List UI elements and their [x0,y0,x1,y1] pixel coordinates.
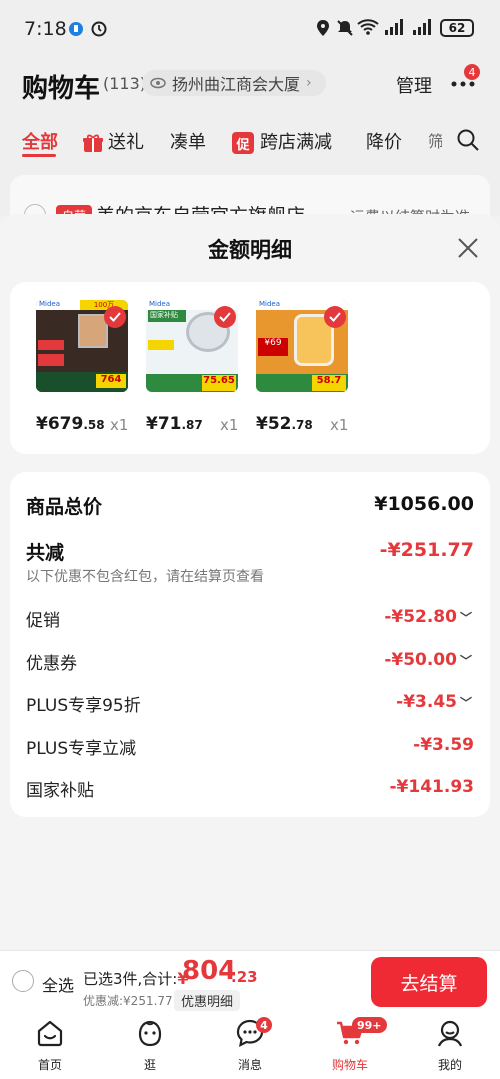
tab-gift[interactable]: 送礼 [82,128,144,154]
product-price: ¥52.78 [256,414,313,434]
status-time: 7:18 [24,18,67,40]
chevron-down-icon: ﹀ [459,611,472,625]
line-plus-reduce: -¥3.59 [413,735,474,755]
search-icon[interactable] [456,128,480,152]
wifi-icon [357,19,379,35]
discount-text: 优惠减:¥251.77 [83,994,173,1008]
chevron-right-icon: › [306,75,312,91]
product-qty: x1 [220,416,239,434]
product-qty: x1 [330,416,349,434]
product-image[interactable]: Midea 国家补贴 75.65 [146,300,238,392]
line-subsidy: -¥141.93 [389,777,475,797]
location-icon [317,20,329,36]
product-price: ¥71.87 [146,414,203,434]
promo-price: 764 [96,374,126,388]
line-plus95[interactable]: -¥3.45 ﹀ [396,692,472,712]
check-icon [214,306,236,328]
product-image[interactable]: Midea ¥69 58.7 [256,300,348,392]
checkout-button[interactable]: 去结算 [371,957,487,1007]
line-coupon[interactable]: -¥50.00 ﹀ [384,650,472,670]
nav-label: 购物车 [331,1058,368,1072]
browse-icon [138,1020,162,1047]
product-qty: x1 [110,416,129,434]
total-label: 商品总价 [26,496,103,518]
nav-profile[interactable]: 我的 [420,1018,480,1073]
tab-gift-label: 送礼 [108,132,144,153]
more-badge: 4 [464,64,480,80]
total-value: ¥1056.00 [374,493,474,515]
chevron-down-icon: ﹀ [459,696,472,710]
total-decimal: .23 [231,968,258,986]
tab-cross-store[interactable]: 促跨店满减 [232,128,332,154]
check-icon [324,306,346,328]
close-icon[interactable] [456,236,480,260]
messages-badge: 4 [256,1017,272,1033]
product-price: ¥679.58 [36,414,105,434]
eye-icon [150,77,166,89]
signal-icon [385,19,403,35]
alarm-icon [91,21,107,37]
nav-browse[interactable]: 逛 [120,1018,180,1073]
gift-icon [83,134,103,152]
chevron-down-icon: ﹀ [459,654,472,668]
nav-label: 逛 [143,1058,156,1072]
promo-price: 75.65 [202,375,236,391]
tab-underline [22,154,56,157]
reduce-value: -¥251.77 [379,539,474,561]
tab-all[interactable]: 全部 [22,128,58,154]
manage-button[interactable]: 管理 [396,72,432,98]
product-image[interactable]: Midea 100万 764 [36,300,128,392]
tab-cross-store-label: 跨店满减 [260,132,332,153]
line-label-plus95: PLUS专享95折 [26,696,141,716]
summary-card [10,472,490,817]
sheet-title: 金额明细 [208,238,292,262]
nav-label: 消息 [237,1058,262,1072]
cart-badge: 99+ [352,1017,387,1033]
mute-icon [337,20,353,36]
signal-icon-2 [413,19,431,35]
discount-detail-button[interactable]: 优惠明细 [174,990,241,1011]
tab-price-drop[interactable]: 降价 [366,128,402,154]
select-all-checkbox[interactable] [12,970,34,992]
total-amount: 804 [182,956,237,986]
line-label-coupon: 优惠券 [26,654,77,674]
promo-tag-icon: 促 [232,132,254,154]
cart-count: (113) [103,74,147,93]
line-label-subsidy: 国家补贴 [26,781,94,801]
reduce-label: 共减 [26,542,65,564]
home-icon [37,1020,63,1047]
line-label-promo: 促销 [26,611,60,631]
notification-shield-icon [69,22,83,36]
nav-label: 首页 [37,1058,62,1072]
nav-label: 我的 [437,1058,462,1072]
address-selector[interactable]: 扬州曲江商会大厦 › [142,70,326,96]
nav-home[interactable]: 首页 [20,1018,80,1073]
product-badge: 国家补贴 [148,310,186,322]
promo-price: 58.7 [312,375,346,391]
reduce-note: 以下优惠不包含红包，请在结算页查看 [26,569,264,585]
profile-icon [437,1020,463,1047]
selected-info: 已选3件,合计:¥ [83,969,189,988]
page-title: 购物车 [22,74,101,104]
battery-icon: 62 [440,19,474,37]
select-all-label[interactable]: 全选 [42,972,74,996]
line-promo[interactable]: -¥52.80 ﹀ [384,607,472,627]
line-label-plus-reduce: PLUS专享立减 [26,739,137,759]
tab-filter[interactable]: 筛 [428,128,442,152]
tab-bundle[interactable]: 凑单 [170,128,206,154]
check-icon [104,306,126,328]
address-text: 扬州曲江商会大厦 [172,75,301,94]
